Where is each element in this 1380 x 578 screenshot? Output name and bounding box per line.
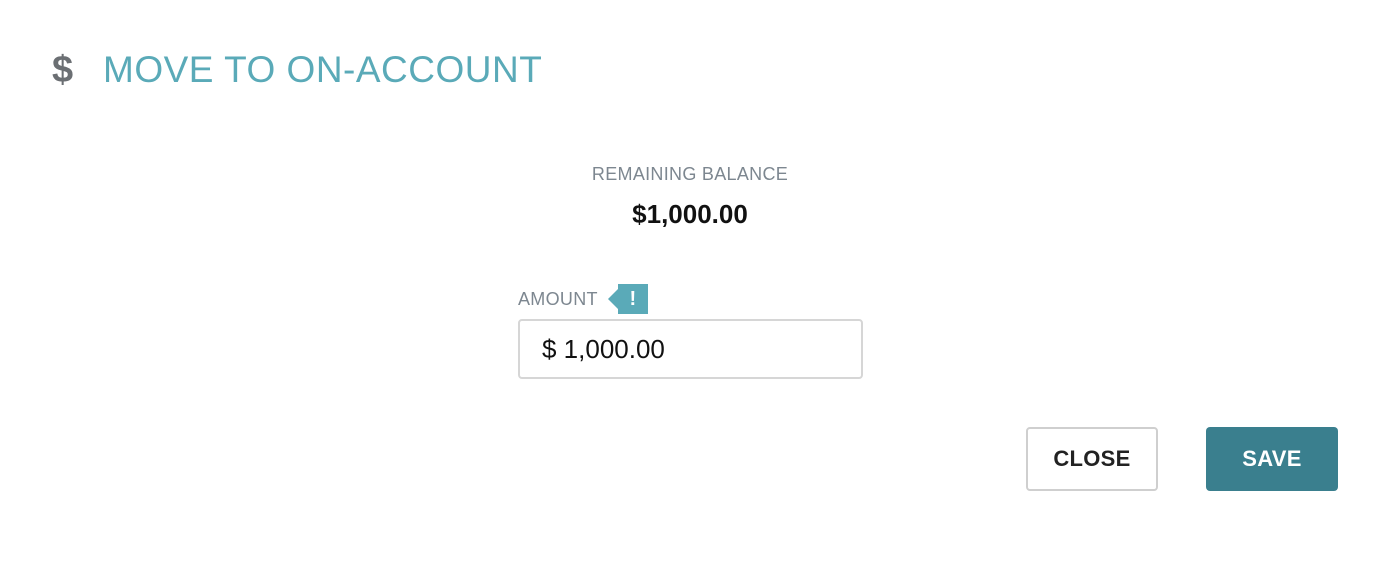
move-to-on-account-dialog: $ MOVE TO ON-ACCOUNT REMAINING BALANCE $…: [0, 0, 1380, 578]
save-button[interactable]: SAVE: [1206, 427, 1338, 491]
remaining-balance-value: $1,000.00: [632, 199, 748, 229]
exclamation-icon[interactable]: !: [607, 284, 648, 314]
dialog-header: $ MOVE TO ON-ACCOUNT: [52, 48, 542, 92]
amount-label-row: AMOUNT !: [518, 284, 648, 314]
dollar-icon: $: [52, 49, 74, 91]
amount-input[interactable]: [518, 319, 863, 379]
amount-label: AMOUNT: [518, 288, 598, 309]
close-button[interactable]: CLOSE: [1026, 427, 1158, 491]
dialog-title: MOVE TO ON-ACCOUNT: [103, 49, 543, 90]
remaining-balance-label: REMAINING BALANCE: [591, 164, 789, 184]
